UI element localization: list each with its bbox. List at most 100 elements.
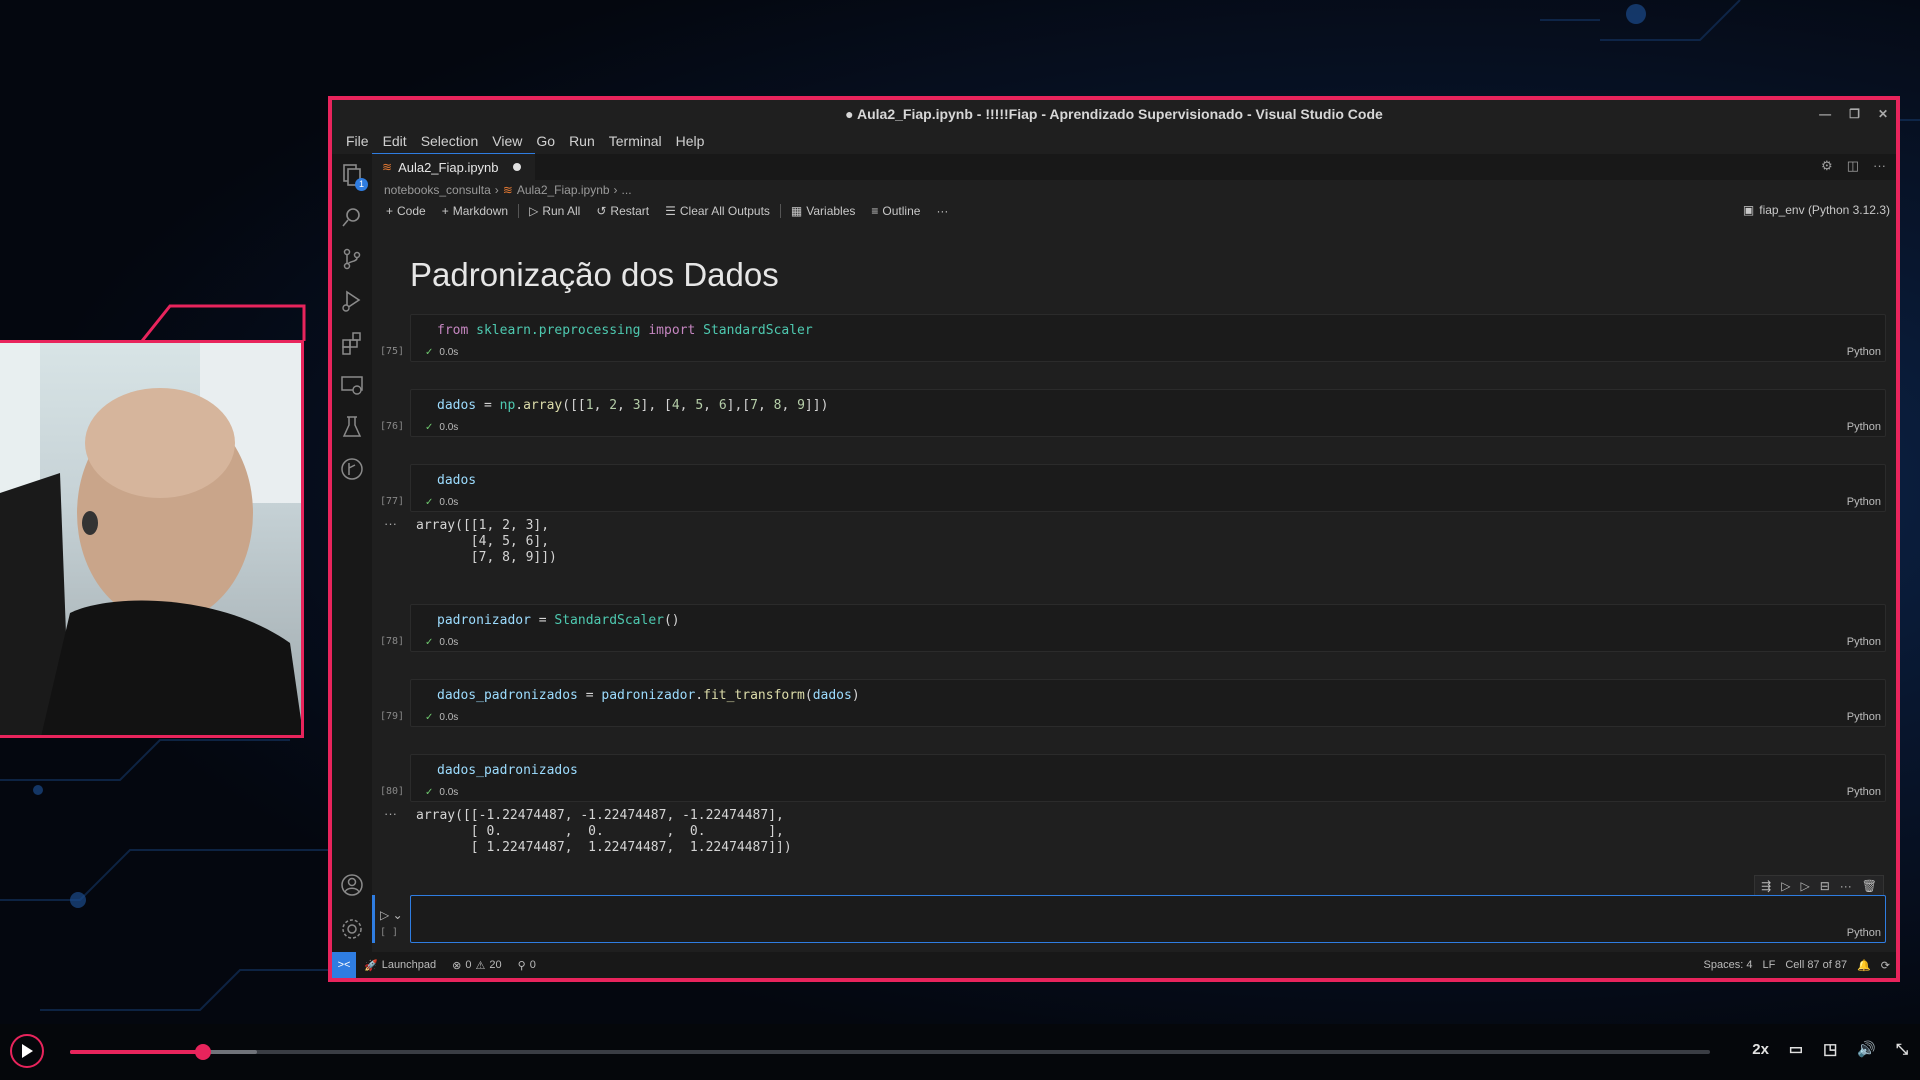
cell-code[interactable]: dados_padronizados = padronizador.fit_tr… xyxy=(437,688,860,703)
seek-bar[interactable] xyxy=(70,1044,1710,1060)
cell-code[interactable]: from sklearn.preprocessing import Standa… xyxy=(437,323,813,338)
activity-bar: 1 xyxy=(332,154,372,952)
active-code-cell[interactable]: Python xyxy=(410,895,1886,943)
menu-run[interactable]: Run xyxy=(569,133,595,149)
account-icon[interactable] xyxy=(339,872,365,898)
menu-go[interactable]: Go xyxy=(536,133,555,149)
cell-language[interactable]: Python xyxy=(1847,636,1881,648)
unsaved-dot-icon[interactable] xyxy=(512,163,521,171)
code-cell[interactable]: dados = np.array([[1, 2, 3], [4, 5, 6],[… xyxy=(410,389,1886,437)
extensions-icon[interactable] xyxy=(339,330,365,356)
window-controls: — ❐ ✕ xyxy=(1819,100,1888,128)
explorer-icon[interactable]: 1 xyxy=(339,162,368,191)
breadcrumb-folder[interactable]: notebooks_consulta xyxy=(384,183,491,197)
cell-language[interactable]: Python xyxy=(1847,496,1881,508)
menu-view[interactable]: View xyxy=(492,133,522,149)
end-of-line[interactable]: LF xyxy=(1762,959,1775,971)
notebook-settings-icon[interactable]: ⚙ xyxy=(1821,158,1833,174)
cell-language[interactable]: Python xyxy=(1847,786,1881,798)
code-cell[interactable]: padronizador = StandardScaler() ✓ 0.0s Py… xyxy=(410,604,1886,652)
toolbar-divider xyxy=(779,204,781,218)
run-debug-icon[interactable] xyxy=(339,288,365,314)
presenter-silhouette xyxy=(0,343,301,735)
vscode-window: ● Aula2_Fiap.ipynb - !!!!!Fiap - Aprendi… xyxy=(328,96,1900,982)
cell-code[interactable]: dados_padronizados xyxy=(437,763,578,778)
window-titlebar: ● Aula2_Fiap.ipynb - !!!!!Fiap - Aprendi… xyxy=(332,100,1896,128)
execution-count: [78] xyxy=(380,636,405,647)
kernel-icon: ▣ xyxy=(1742,203,1755,217)
cell-code[interactable]: dados = np.array([[1, 2, 3], [4, 5, 6],[… xyxy=(437,398,828,413)
restore-icon[interactable]: ❐ xyxy=(1849,107,1860,121)
picture-in-picture-icon[interactable]: ◳ xyxy=(1823,1040,1837,1058)
source-control-icon[interactable] xyxy=(339,246,365,272)
split-editor-icon[interactable]: ◫ xyxy=(1847,158,1859,174)
cell-language[interactable]: Python xyxy=(1847,711,1881,723)
menu-help[interactable]: Help xyxy=(676,133,705,149)
ports-item[interactable]: ⚲ 0 xyxy=(510,959,544,972)
cell-position[interactable]: Cell 87 of 87 xyxy=(1785,959,1847,971)
execute-below-icon[interactable]: ▷ xyxy=(1800,879,1809,893)
output-menu-icon[interactable]: ··· xyxy=(384,806,397,821)
settings-gear-icon[interactable] xyxy=(339,916,365,942)
tab-aula2-notebook[interactable]: ≋ Aula2_Fiap.ipynb xyxy=(372,153,535,180)
launchpad-item[interactable]: 🚀 Launchpad xyxy=(356,959,444,972)
split-cell-icon[interactable]: ⊟ xyxy=(1820,879,1830,893)
minimize-icon[interactable]: — xyxy=(1819,107,1831,121)
add-code-cell-button[interactable]: + Code xyxy=(380,204,432,218)
remote-explorer-icon[interactable] xyxy=(339,372,365,398)
cell-code[interactable]: padronizador = StandardScaler() xyxy=(437,613,680,628)
menu-file[interactable]: File xyxy=(346,133,369,149)
testing-icon[interactable] xyxy=(339,414,365,440)
seek-thumb[interactable] xyxy=(194,1044,211,1060)
add-markdown-label: Markdown xyxy=(452,204,509,218)
execute-above-icon[interactable]: ▷ xyxy=(1781,879,1790,893)
toolbar-more-button[interactable]: ··· xyxy=(930,204,954,218)
video-player-controls: 2x ▭ ◳ 🔊 ⤡ xyxy=(0,1024,1920,1080)
indent-spaces[interactable]: Spaces: 4 xyxy=(1704,959,1753,971)
delete-cell-icon[interactable]: 🗑 xyxy=(1862,879,1877,893)
menu-edit[interactable]: Edit xyxy=(383,133,407,149)
cell-exec-time: 0.0s xyxy=(439,497,459,508)
notifications-bell-icon[interactable]: 🔔 xyxy=(1857,959,1871,972)
cell-language[interactable]: Python xyxy=(1847,927,1881,939)
code-cell[interactable]: from sklearn.preprocessing import Standa… xyxy=(410,314,1886,362)
execution-count: [ ] xyxy=(380,927,399,938)
menu-selection[interactable]: Selection xyxy=(421,133,479,149)
variables-button[interactable]: ▦ Variables xyxy=(785,204,861,218)
notebook-file-icon: ≋ xyxy=(382,160,393,174)
code-cell[interactable]: dados_padronizados ✓ 0.0s Python xyxy=(410,754,1886,802)
fullscreen-icon[interactable]: ⤡ xyxy=(1896,1041,1908,1058)
breadcrumb-file[interactable]: Aula2_Fiap.ipynb xyxy=(517,183,610,197)
more-actions-icon[interactable]: ··· xyxy=(1873,158,1886,174)
problems-item[interactable]: ⊗ 0 ⚠ 20 xyxy=(444,959,509,972)
add-markdown-cell-button[interactable]: + Markdown xyxy=(436,204,514,218)
run-by-line-icon[interactable]: ⇶ xyxy=(1761,879,1771,893)
search-icon[interactable] xyxy=(339,204,365,230)
cell-language[interactable]: Python xyxy=(1847,421,1881,433)
volume-icon[interactable]: 🔊 xyxy=(1857,1040,1876,1058)
check-icon: ✓ xyxy=(425,422,434,433)
close-icon[interactable]: ✕ xyxy=(1878,107,1888,121)
remote-indicator[interactable]: >< xyxy=(332,952,356,978)
restart-button[interactable]: ↺ Restart xyxy=(590,204,655,218)
cell-language[interactable]: Python xyxy=(1847,346,1881,358)
git-graph-icon[interactable] xyxy=(339,456,365,482)
code-cell[interactable]: dados ✓ 0.0s Python xyxy=(410,464,1886,512)
cell-more-icon[interactable]: ··· xyxy=(1840,879,1852,893)
play-button[interactable] xyxy=(10,1034,44,1068)
clear-all-outputs-button[interactable]: ☰ Clear All Outputs xyxy=(659,204,776,218)
kernel-picker[interactable]: ▣ fiap_env (Python 3.12.3) xyxy=(1743,203,1890,217)
sync-icon[interactable]: ⟳ xyxy=(1881,959,1890,972)
run-cell-button[interactable]: ▷ ⌄ xyxy=(380,908,403,922)
subtitles-icon[interactable]: ▭ xyxy=(1789,1040,1803,1058)
outline-button[interactable]: ≡ Outline xyxy=(865,204,926,218)
output-menu-icon[interactable]: ··· xyxy=(384,516,397,531)
playback-speed[interactable]: 2x xyxy=(1752,1041,1769,1058)
warning-count: 20 xyxy=(489,959,502,971)
cell-code[interactable]: dados xyxy=(437,473,476,488)
code-cell[interactable]: dados_padronizados = padronizador.fit_tr… xyxy=(410,679,1886,727)
breadcrumb-more[interactable]: ... xyxy=(622,183,632,197)
chevron-right-icon: › xyxy=(613,183,618,197)
menu-terminal[interactable]: Terminal xyxy=(609,133,662,149)
run-all-button[interactable]: ▷ Run All xyxy=(523,204,586,218)
